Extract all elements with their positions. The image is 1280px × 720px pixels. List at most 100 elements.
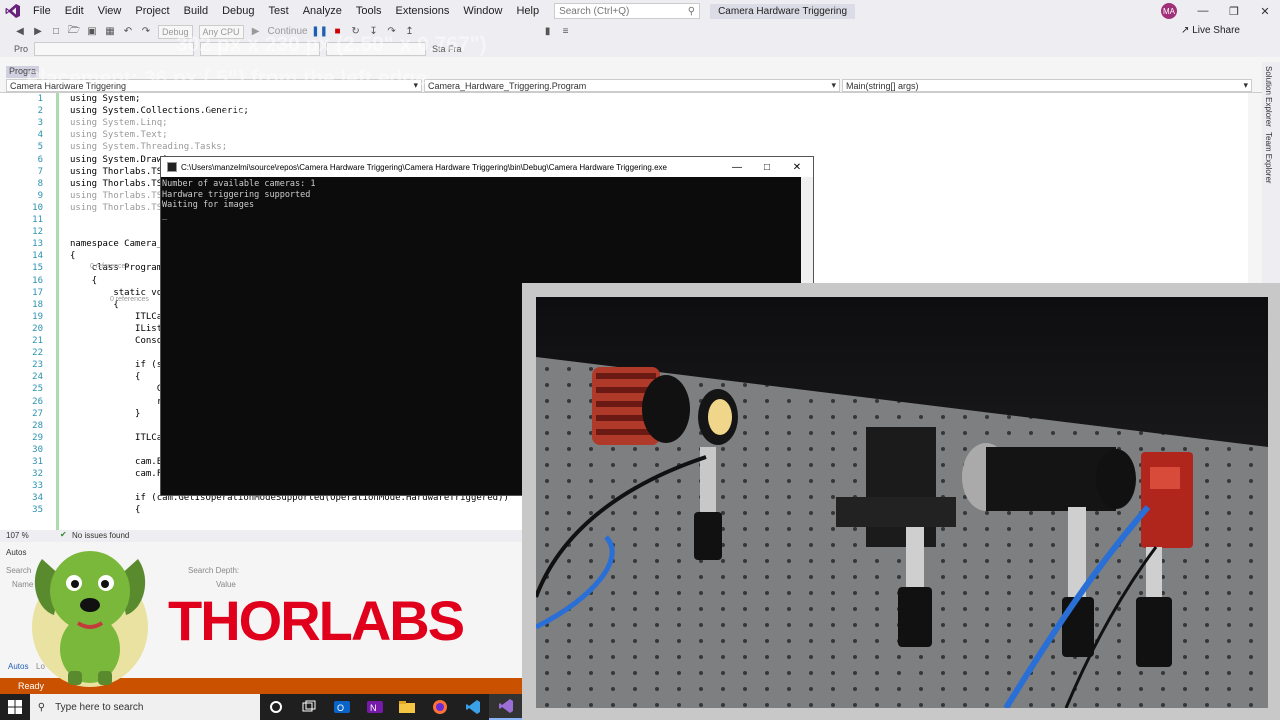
code-line[interactable]: if (se: [70, 360, 168, 370]
menu-bar: File Edit View Project Build Debug Test …: [0, 0, 1280, 22]
line-number: 11: [32, 215, 43, 225]
line-number: 17: [32, 287, 43, 298]
bookmark-icon[interactable]: ▮: [542, 26, 554, 38]
line-number-gutter: 1 2 3 4 5 6 7 8 9 10 11 12 13 14 15 16 17 18 19 20 21 22 23 24 2…: [0, 93, 58, 530]
code-line[interactable]: IList<: [70, 324, 168, 334]
console-app-icon: [167, 162, 177, 172]
comment-icon[interactable]: ≡: [560, 26, 572, 38]
cortana-icon[interactable]: [260, 694, 293, 720]
thorlabs-brand-text: THORLABS: [168, 589, 465, 652]
code-line[interactable]: namespace Camera_H: [70, 239, 168, 249]
code-lens-references[interactable]: 0 references: [110, 296, 149, 303]
code-line[interactable]: using System.Drawi: [70, 155, 168, 165]
menu-debug[interactable]: Debug: [215, 0, 261, 22]
code-line[interactable]: using Thorlabs.TSI: [70, 167, 168, 177]
menu-help[interactable]: Help: [509, 0, 546, 22]
line-number: 34: [32, 493, 43, 504]
line-number: 15: [32, 263, 43, 274]
camera-video-inset: [522, 283, 1280, 720]
line-number: 27: [32, 408, 43, 419]
search-input[interactable]: Search (Ctrl+Q) ⚲: [554, 3, 701, 19]
line-number: 4: [37, 130, 43, 141]
code-line[interactable]: cam.Fr: [70, 469, 168, 479]
code-line[interactable]: {: [70, 251, 75, 261]
menu-view[interactable]: View: [91, 0, 129, 22]
live-share-button[interactable]: ↗ Live Share: [1181, 25, 1240, 36]
console-maximize-button[interactable]: □: [752, 157, 782, 177]
task-view-icon[interactable]: [293, 694, 326, 720]
code-line[interactable]: using Thorlabs.TSI: [70, 179, 168, 189]
line-number: 31: [32, 457, 43, 467]
taskbar-search-input[interactable]: ⚲ Type here to search: [29, 694, 261, 720]
team-explorer-tab[interactable]: Team Explorer: [1264, 132, 1273, 184]
file-explorer-icon[interactable]: [391, 694, 424, 720]
menu-test[interactable]: Test: [262, 0, 296, 22]
code-line[interactable]: {: [70, 505, 140, 515]
line-number: 19: [32, 311, 43, 322]
code-line[interactable]: re: [70, 397, 168, 407]
menu-project[interactable]: Project: [128, 0, 176, 22]
thorlabs-dog-mascot-icon: [32, 551, 148, 687]
menu-edit[interactable]: Edit: [58, 0, 91, 22]
annotation-placement: Placement: 36 px (.5") from the left edg…: [26, 67, 427, 90]
line-number: 30: [32, 444, 43, 455]
line-number: 28: [32, 420, 43, 431]
menu-window[interactable]: Window: [456, 0, 509, 22]
console-title-bar[interactable]: C:\Users\manzelmi\source\repos\Camera Ha…: [161, 157, 813, 177]
code-lens-references[interactable]: 0 references: [90, 263, 129, 270]
close-button[interactable]: ✕: [1250, 0, 1280, 22]
menu-analyze[interactable]: Analyze: [296, 0, 349, 22]
code-line[interactable]: using Thorlabs.TS: [70, 203, 162, 213]
menu-build[interactable]: Build: [177, 0, 215, 22]
code-line[interactable]: using System.Threading.Tasks;: [70, 142, 227, 152]
menu-file[interactable]: File: [26, 0, 58, 22]
annotation-top-edge: (.75") from the top edge: [206, 101, 443, 124]
line-number: 23: [32, 360, 43, 371]
line-number: 12: [32, 227, 43, 238]
line-number: 10: [32, 202, 43, 213]
vs-code-icon[interactable]: [457, 694, 490, 720]
avatar[interactable]: MA: [1161, 3, 1177, 19]
restore-button[interactable]: ❐: [1219, 0, 1249, 22]
svg-text:O: O: [337, 703, 344, 713]
code-line[interactable]: {: [70, 372, 140, 382]
line-number: 20: [32, 323, 43, 334]
firefox-icon[interactable]: [424, 694, 457, 720]
code-line[interactable]: using System.Text;: [70, 130, 168, 140]
onenote-icon[interactable]: N: [358, 694, 391, 720]
visual-studio-logo-icon[interactable]: [0, 0, 26, 22]
code-line[interactable]: cam.Ex: [70, 457, 168, 467]
lab-setup-photo: [536, 297, 1268, 708]
chevron-down-icon: ▾: [831, 80, 836, 90]
windows-taskbar: ⚲ Type here to search O N: [0, 694, 523, 720]
minimize-button[interactable]: —: [1188, 0, 1218, 22]
menu-tools[interactable]: Tools: [349, 0, 389, 22]
code-line[interactable]: {: [70, 276, 97, 286]
code-line[interactable]: using Thorlabs.TS: [70, 191, 162, 201]
code-line[interactable]: Consol: [70, 336, 168, 346]
solution-explorer-tab[interactable]: Solution Explorer: [1264, 66, 1273, 127]
back-icon[interactable]: ◀: [14, 26, 26, 38]
line-number: 33: [32, 481, 43, 492]
live-share-label: Live Share: [1192, 25, 1240, 36]
line-number: 14: [32, 251, 43, 262]
line-number: 22: [32, 348, 43, 359]
search-icon: ⚲: [687, 5, 696, 17]
console-close-button[interactable]: ✕: [782, 157, 812, 177]
search-placeholder: Search (Ctrl+Q): [559, 5, 630, 17]
line-number: 24: [32, 372, 43, 383]
code-line[interactable]: ITLCam: [70, 312, 168, 322]
line-number: 5: [37, 142, 43, 153]
member-dropdown[interactable]: Main(string[] args) ▾: [842, 79, 1252, 92]
menu-extensions[interactable]: Extensions: [389, 0, 457, 22]
line-number: 21: [32, 336, 43, 346]
visual-studio-icon[interactable]: [489, 694, 523, 720]
console-minimize-button[interactable]: —: [722, 157, 752, 177]
outlook-icon[interactable]: O: [326, 694, 359, 720]
code-line[interactable]: Co: [70, 384, 168, 394]
line-number: 8: [37, 178, 43, 189]
code-line[interactable]: ITLCam: [70, 433, 168, 443]
windows-start-icon[interactable]: [0, 694, 30, 720]
line-number: 29: [32, 432, 43, 443]
code-line[interactable]: }: [70, 409, 140, 419]
